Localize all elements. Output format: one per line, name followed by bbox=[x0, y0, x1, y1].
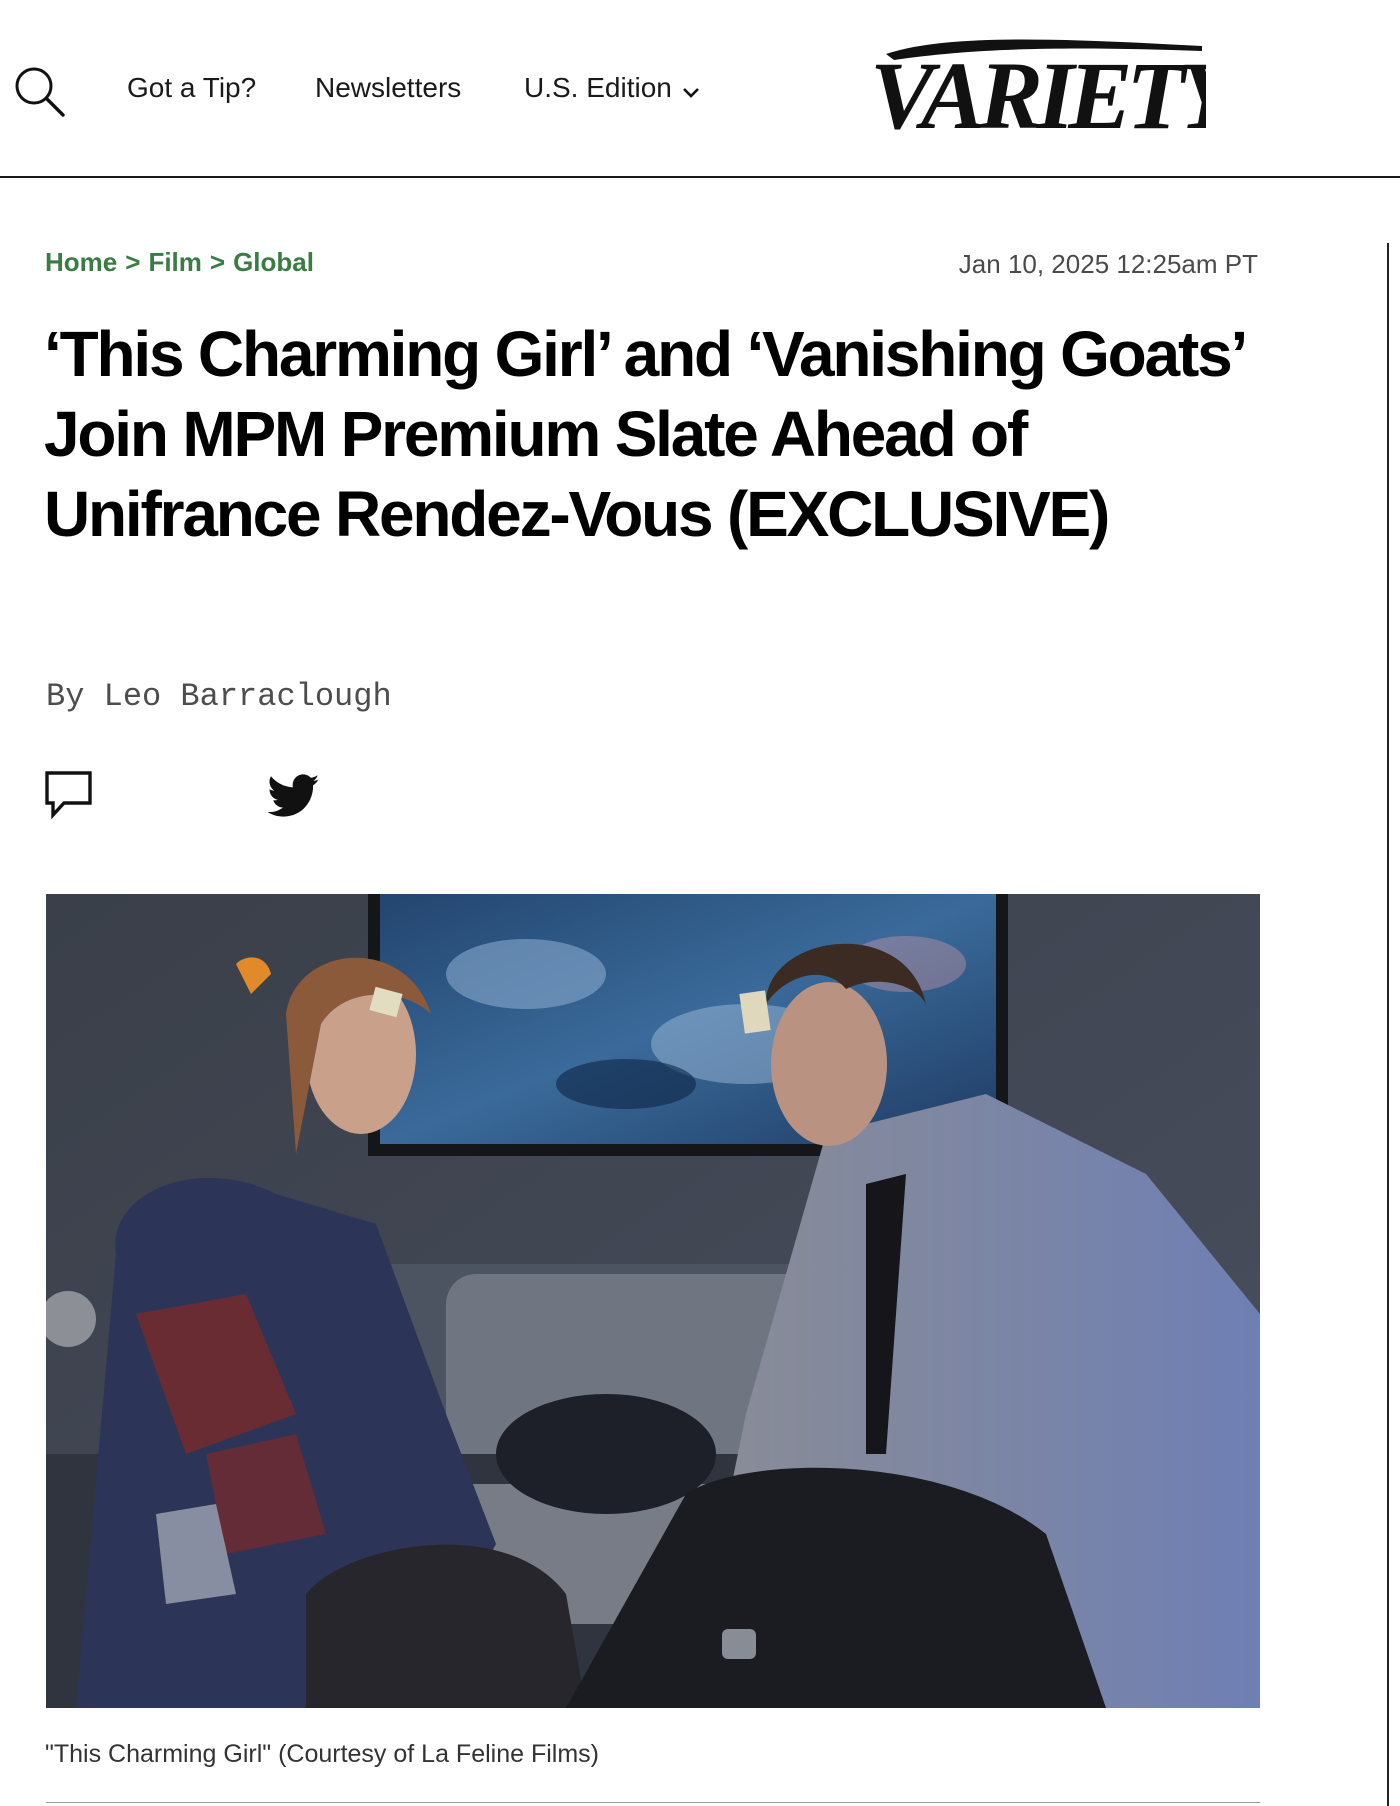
comment-icon[interactable] bbox=[44, 770, 94, 820]
logo-wordmark: VARIETY bbox=[870, 42, 1206, 140]
publish-date: Jan 10, 2025 12:25am PT bbox=[958, 249, 1258, 279]
byline: By Leo Barraclough bbox=[46, 678, 392, 715]
breadcrumb-separator: > bbox=[209, 247, 226, 277]
article-headline: ‘This Charming Girl’ and ‘Vanishing Goat… bbox=[44, 318, 1245, 550]
search-icon[interactable] bbox=[12, 64, 66, 118]
image-caption: "This Charming Girl" (Courtesy of La Fel… bbox=[45, 1740, 599, 1768]
site-header: Got a Tip? Newsletters U.S. Edition VARI… bbox=[0, 0, 1400, 178]
sidebar-divider bbox=[1387, 243, 1389, 1806]
edition-selector[interactable]: U.S. Edition bbox=[524, 72, 700, 106]
newsletters-link[interactable]: Newsletters bbox=[315, 72, 461, 104]
hero-image bbox=[46, 894, 1260, 1708]
twitter-icon[interactable] bbox=[267, 772, 320, 820]
breadcrumb-separator: > bbox=[125, 247, 141, 277]
variety-logo[interactable]: VARIETY bbox=[866, 36, 1251, 149]
edition-label: U.S. Edition bbox=[524, 72, 672, 103]
breadcrumb-global[interactable]: Global bbox=[233, 247, 314, 277]
got-a-tip-link[interactable]: Got a Tip? bbox=[127, 72, 256, 104]
byline-prefix: By bbox=[46, 678, 85, 715]
breadcrumb-home[interactable]: Home bbox=[45, 247, 117, 277]
author-link[interactable]: Leo Barraclough bbox=[104, 678, 392, 715]
chevron-down-icon bbox=[682, 74, 700, 106]
caption-divider bbox=[46, 1802, 1260, 1803]
breadcrumb: Home > Film > Global bbox=[45, 247, 314, 278]
breadcrumb-film[interactable]: Film bbox=[148, 247, 201, 277]
